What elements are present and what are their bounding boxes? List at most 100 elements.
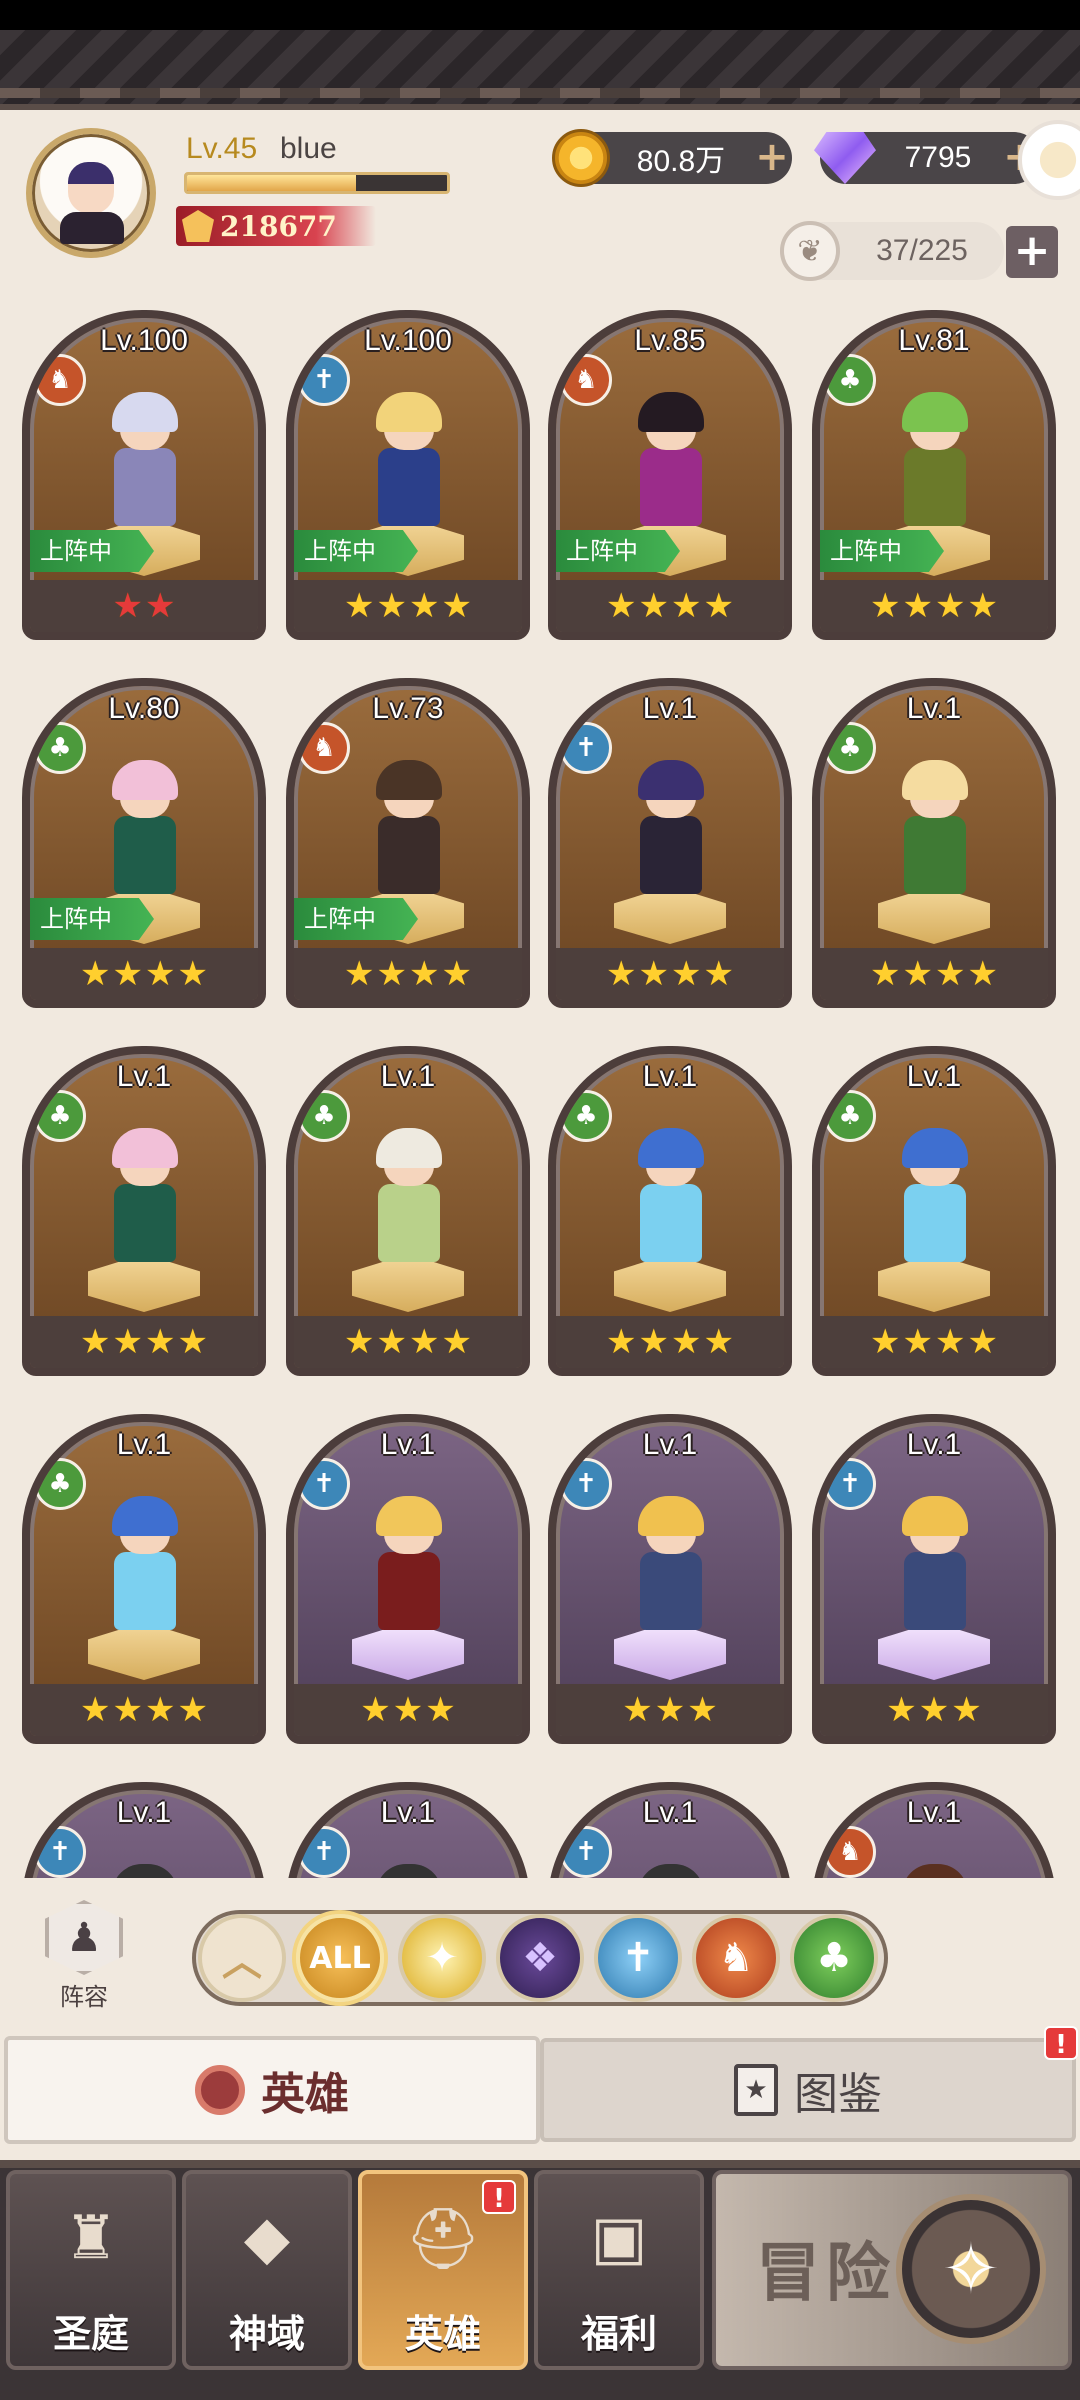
hero-level: Lv.1 xyxy=(642,1060,698,1093)
hero-sprite xyxy=(884,1128,984,1272)
hero-card[interactable]: Lv.1 ♣ ★ ★ ★ ★ xyxy=(812,1046,1056,1376)
beast-faction-icon: ♞ xyxy=(824,1826,876,1878)
hero-card[interactable]: Lv.100 ♞ 上阵中 ★ ★ xyxy=(22,310,266,640)
hero-card[interactable]: Lv.1✝★★★ xyxy=(286,1782,530,1878)
combat-power-badge: 218677 xyxy=(176,206,376,246)
nature-faction-icon: ♣ xyxy=(34,1458,86,1510)
star-icon: ★ xyxy=(145,954,176,994)
star-icon: ★ xyxy=(80,1690,111,1730)
heroes-alert-badge: ! xyxy=(482,2180,516,2214)
crown-power-icon xyxy=(182,210,214,242)
star-icon: ★ xyxy=(441,586,472,626)
star-icon: ★ xyxy=(606,954,637,994)
star-icon: ★ xyxy=(80,954,111,994)
hero-grid: Lv.100 ♞ 上阵中 ★ ★ Lv.100 ✝ 上阵中 ★ ★ ★ ★ Lv.85 ♞ 上阵中 ★ ★ ★ ★ L… xyxy=(0,300,1080,1878)
add-gold-icon[interactable]: + xyxy=(752,137,792,178)
tab-heroes[interactable]: 英雄 xyxy=(4,2036,540,2144)
star-icon: ★ xyxy=(703,586,734,626)
star-rating: ★ ★ ★ ★ xyxy=(556,948,784,1000)
hero-card[interactable]: Lv.100 ✝ 上阵中 ★ ★ ★ ★ xyxy=(286,310,530,640)
hero-card[interactable]: Lv.1 ♣ ★ ★ ★ ★ xyxy=(812,678,1056,1008)
adventure-button[interactable]: 冒险 ✧ xyxy=(712,2170,1072,2370)
star-icon: ★ xyxy=(360,1690,391,1730)
star-rating: ★ ★ ★ ★ xyxy=(30,948,258,1000)
gem-currency[interactable]: 7795 + xyxy=(814,132,1040,184)
filter-beast-button[interactable]: ♞ xyxy=(692,1914,780,2002)
hero-card[interactable]: Lv.1✝★★★ xyxy=(286,1414,530,1744)
nav-sanctuary[interactable]: ♜ 圣庭 xyxy=(6,2170,176,2370)
combat-power-value: 218677 xyxy=(220,209,337,243)
filter-dark-button[interactable]: ❖ xyxy=(496,1914,584,2002)
hero-card[interactable]: Lv.85 ♞ 上阵中 ★ ★ ★ ★ xyxy=(548,310,792,640)
hero-card[interactable]: Lv.1✝★★★ xyxy=(22,1782,266,1878)
filter-order-button[interactable]: ✝ xyxy=(594,1914,682,2002)
star-icon: ★ xyxy=(967,1322,998,1362)
hero-card[interactable]: Lv.1 ♣ ★ ★ ★ ★ xyxy=(22,1414,266,1744)
side-menu-button[interactable] xyxy=(1018,120,1080,200)
hero-card[interactable]: Lv.1♞★★★ xyxy=(812,1782,1056,1878)
star-rating: ★ ★ ★ ★ xyxy=(30,1316,258,1368)
tab-codex-label: 图鉴 xyxy=(794,2069,882,2120)
star-icon: ★ xyxy=(935,586,966,626)
filter-nature-button[interactable]: ♣ xyxy=(790,1914,878,2002)
hero-sprite xyxy=(94,1128,194,1272)
hero-card[interactable]: Lv.1✝★★★ xyxy=(812,1414,1056,1744)
star-icon: ★ xyxy=(638,954,669,994)
hero-level: Lv.100 xyxy=(364,324,452,357)
hero-card[interactable]: Lv.1 ♣ ★ ★ ★ ★ xyxy=(22,1046,266,1376)
hero-level: Lv.1 xyxy=(906,692,962,725)
star-icon: ★ xyxy=(145,1322,176,1362)
star-rating: ★ ★ ★ ★ xyxy=(294,1316,522,1368)
hero-level: Lv.1 xyxy=(380,1428,436,1461)
gold-coin-icon xyxy=(552,129,610,187)
sort-toggle-button[interactable]: ︿ xyxy=(198,1914,286,2002)
star-icon: ★ xyxy=(409,586,440,626)
nav-divine-realm-label: 神域 xyxy=(228,2312,305,2356)
tab-codex[interactable]: ★ 图鉴 xyxy=(540,2038,1076,2142)
hero-sprite xyxy=(358,1864,458,1878)
hero-card[interactable]: Lv.1 ♣ ★ ★ ★ ★ xyxy=(548,1046,792,1376)
castle-icon: ♜ xyxy=(64,2203,118,2273)
star-icon: ★ xyxy=(902,954,933,994)
hero-card[interactable]: Lv.1 ✝ ★ ★ ★ ★ xyxy=(548,678,792,1008)
beast-faction-icon: ♞ xyxy=(34,354,86,406)
star-rating: ★ ★ ★ ★ xyxy=(556,580,784,632)
star-icon: ★ xyxy=(967,954,998,994)
star-rating: ★ ★ ★ ★ xyxy=(820,948,1048,1000)
star-rating: ★ ★ ★ ★ xyxy=(294,580,522,632)
hero-card[interactable]: Lv.1✝★★★ xyxy=(548,1414,792,1744)
hero-level: Lv.1 xyxy=(642,692,698,725)
hero-sprite xyxy=(94,760,194,904)
adventure-label: 冒险 xyxy=(756,2236,896,2311)
crystal-shrine-icon: ◆ xyxy=(243,2203,291,2273)
nav-welfare-label: 福利 xyxy=(580,2312,657,2356)
filter-light-button[interactable]: ✦ xyxy=(398,1914,486,2002)
hero-card[interactable]: Lv.80 ♣ 上阵中 ★ ★ ★ ★ xyxy=(22,678,266,1008)
star-icon: ★ xyxy=(606,1322,637,1362)
nav-divine-realm[interactable]: ◆ 神域 xyxy=(182,2170,352,2370)
player-avatar-button[interactable] xyxy=(18,128,164,258)
nav-welfare[interactable]: ▣ 福利 xyxy=(534,2170,704,2370)
hero-card[interactable]: Lv.1✝★★★ xyxy=(548,1782,792,1878)
roster-capacity: ❦ 37/225 xyxy=(780,221,1004,281)
star-icon: ★ xyxy=(687,1690,718,1730)
lineup-button[interactable]: ♟ 阵容 xyxy=(34,1900,134,2012)
expand-roster-button[interactable]: + xyxy=(1006,226,1058,278)
hero-card[interactable]: Lv.73 ♞ 上阵中 ★ ★ ★ ★ xyxy=(286,678,530,1008)
hero-level: Lv.81 xyxy=(898,324,970,357)
filter-all-label: ALL xyxy=(309,1940,371,1976)
hero-sprite xyxy=(620,1496,720,1640)
star-rating: ★ ★ xyxy=(30,580,258,632)
hero-card[interactable]: Lv.81 ♣ 上阵中 ★ ★ ★ ★ xyxy=(812,310,1056,640)
star-icon: ★ xyxy=(112,1690,143,1730)
header-decoration xyxy=(0,30,1080,110)
hero-sprite xyxy=(620,392,720,536)
hero-sprite xyxy=(884,1496,984,1640)
star-rating: ★ ★ ★ ★ xyxy=(820,1316,1048,1368)
filter-all-button[interactable]: ALL xyxy=(296,1914,384,2002)
treasure-chest-icon: ▣ xyxy=(590,2203,648,2273)
deployed-tag: 上阵中 xyxy=(294,898,418,940)
hero-card[interactable]: Lv.1 ♣ ★ ★ ★ ★ xyxy=(286,1046,530,1376)
hero-sprite xyxy=(94,392,194,536)
gold-currency[interactable]: 80.8万 + xyxy=(552,129,792,187)
